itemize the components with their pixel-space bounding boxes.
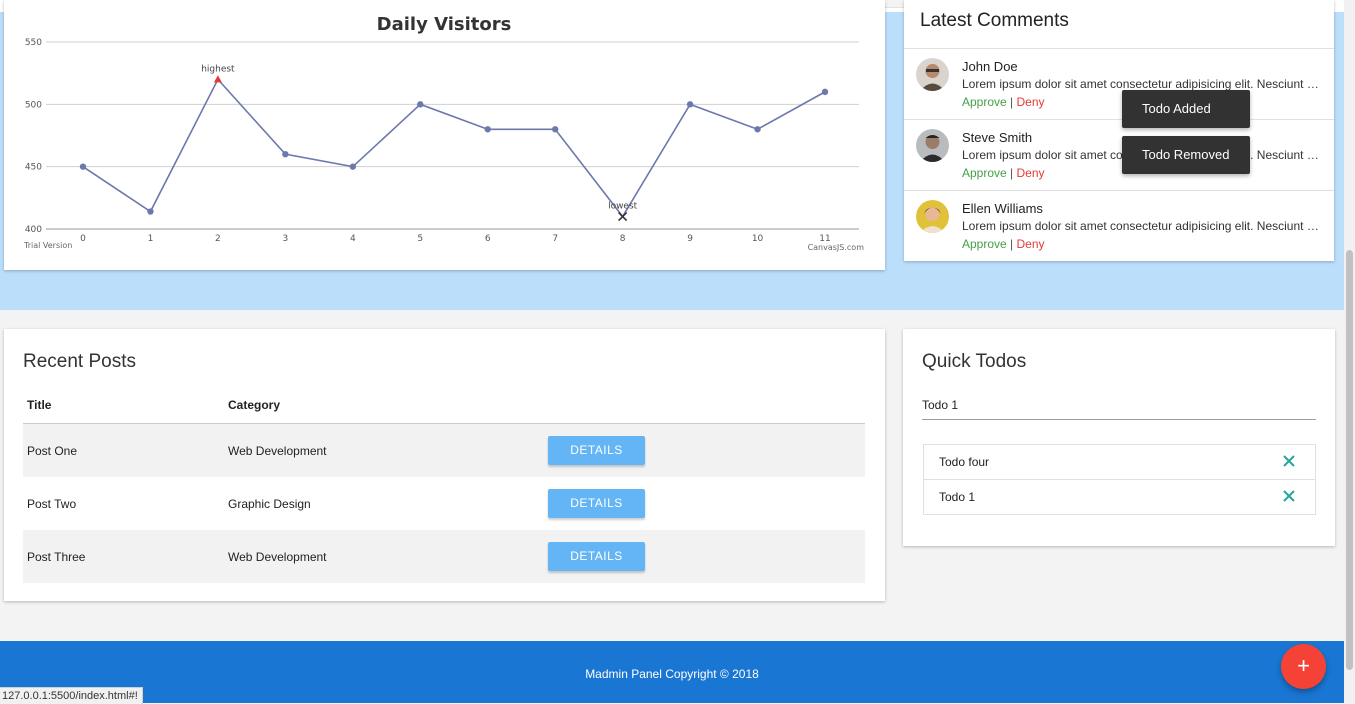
avatar	[916, 200, 949, 233]
daily-visitors-chart-card: Daily Visitors 400 450 500 550 0 1 2 3 4 5 6 7 8 9 10…	[4, 0, 885, 270]
data-point	[821, 88, 829, 96]
x-tick-label: 10	[752, 234, 764, 244]
post-title: Post One	[23, 423, 224, 477]
actions-separator: |	[1010, 237, 1014, 251]
data-point	[551, 126, 559, 133]
quick-todos-card: Quick Todos Todo four Todo 1	[903, 329, 1335, 546]
x-tick-label: 9	[687, 234, 693, 244]
todo-text: Todo four	[939, 455, 990, 469]
x-tick-label: 7	[552, 234, 558, 244]
x-tick-label: 2	[215, 234, 221, 244]
y-tick-label: 500	[25, 100, 42, 110]
data-point-highest-marker	[213, 75, 222, 83]
recent-posts-title: Recent Posts	[23, 351, 136, 372]
approve-link[interactable]: Approve	[962, 166, 1007, 180]
comment-actions: Approve | Deny	[962, 237, 1045, 251]
footer: Madmin Panel Copyright © 2018	[0, 641, 1344, 703]
quick-todos-title: Quick Todos	[922, 351, 1027, 372]
status-bar-url: 127.0.0.1:5500/index.html#!	[0, 687, 143, 704]
post-category: Web Development	[224, 530, 544, 583]
data-point-lowest-marker	[618, 211, 628, 222]
scrollbar-thumb[interactable]	[1346, 250, 1353, 670]
approve-link[interactable]: Approve	[962, 95, 1007, 109]
post-category: Graphic Design	[228, 496, 311, 511]
todo-item: Todo four	[924, 445, 1315, 480]
latest-comments-title: Latest Comments	[920, 10, 1069, 31]
comment-author: Steve Smith	[962, 130, 1033, 145]
data-point	[79, 163, 87, 170]
details-button[interactable]: DETAILS	[548, 436, 645, 465]
todo-text: Todo 1	[939, 490, 976, 504]
comment-actions: Approve | Deny	[962, 95, 1045, 109]
post-title: Post Three	[23, 530, 224, 583]
column-header-title: Title	[23, 387, 224, 424]
x-tick-label: 3	[282, 234, 288, 244]
close-icon[interactable]	[1281, 488, 1297, 504]
canvasjs-credit[interactable]: CanvasJS.com	[808, 243, 865, 252]
todo-item: Todo 1	[924, 480, 1315, 514]
x-tick-label: 1	[148, 234, 154, 244]
data-point	[147, 208, 154, 215]
chart-title: Daily Visitors	[377, 14, 512, 35]
comment-text: Lorem ipsum dolor sit amet consectetur a…	[962, 77, 1320, 91]
comment-item: Steve Smith Lorem ipsum dolor sit amet c…	[904, 119, 1334, 191]
x-tick-label: 4	[350, 234, 356, 244]
column-header-actions	[544, 387, 865, 424]
comment-item: Ellen Williams Lorem ipsum dolor sit ame…	[904, 190, 1334, 262]
latest-comments-card: Latest Comments John Doe Lorem ipsum dol…	[904, 0, 1334, 261]
approve-link[interactable]: Approve	[962, 237, 1007, 251]
post-category: Web Development	[224, 423, 544, 477]
y-tick-label: 450	[25, 163, 42, 173]
actions-separator: |	[1010, 166, 1014, 180]
y-tick-label: 550	[25, 38, 42, 48]
details-button[interactable]: DETAILS	[548, 542, 645, 571]
data-point	[417, 101, 424, 108]
y-tick-label: 400	[25, 225, 42, 235]
point-annotation-label: lowest	[608, 202, 638, 212]
comment-text: Lorem ipsum dolor sit amet consectetur a…	[962, 219, 1320, 233]
avatar	[916, 129, 949, 162]
data-point	[484, 126, 491, 133]
comment-actions: Approve | Deny	[962, 166, 1045, 180]
x-tick-label: 0	[80, 234, 86, 244]
table-row: Post Two Graphic Design DETAILS	[23, 477, 865, 530]
series-line	[82, 78, 826, 218]
x-tick-label: 5	[417, 234, 423, 244]
posts-table: Title Category Post One Web Development …	[23, 387, 865, 583]
data-point	[754, 126, 761, 133]
footer-copyright: Madmin Panel Copyright © 2018	[585, 667, 759, 681]
page-scrollbar[interactable]	[1344, 0, 1355, 703]
details-button[interactable]: DETAILS	[548, 489, 645, 518]
data-point	[686, 101, 694, 108]
add-fab-button[interactable]: +	[1281, 644, 1326, 689]
point-annotation-label: highest	[201, 64, 235, 74]
table-header-row: Title Category	[23, 387, 865, 424]
close-icon[interactable]	[1281, 453, 1297, 469]
recent-posts-card: Recent Posts Title Category Post One Web…	[4, 329, 885, 601]
x-tick-label: 6	[485, 234, 491, 244]
actions-separator: |	[1010, 95, 1014, 109]
x-tick-label: 8	[620, 234, 626, 244]
deny-link[interactable]: Deny	[1017, 166, 1045, 180]
daily-visitors-chart: Daily Visitors 400 450 500 550 0 1 2 3 4 5 6 7 8 9 10…	[23, 14, 865, 252]
table-row: Post Three Web Development DETAILS	[23, 530, 865, 583]
trial-version-watermark: Trial Version	[23, 241, 72, 250]
column-header-category: Category	[224, 387, 544, 424]
avatar	[916, 58, 949, 91]
deny-link[interactable]: Deny	[1017, 95, 1045, 109]
comment-author: Ellen Williams	[962, 201, 1043, 216]
table-row: Post One Web Development DETAILS	[23, 423, 865, 477]
toast-todo-added[interactable]: Todo Added	[1122, 90, 1250, 128]
data-point	[349, 163, 357, 170]
post-title: Post Two	[27, 496, 77, 511]
comment-item: John Doe Lorem ipsum dolor sit amet cons…	[904, 48, 1334, 120]
todo-input[interactable]	[922, 391, 1316, 420]
data-point	[282, 151, 289, 158]
toast-todo-removed[interactable]: Todo Removed	[1122, 136, 1250, 174]
deny-link[interactable]: Deny	[1017, 237, 1045, 251]
comment-author: John Doe	[962, 59, 1018, 74]
todo-list: Todo four Todo 1	[923, 444, 1316, 515]
